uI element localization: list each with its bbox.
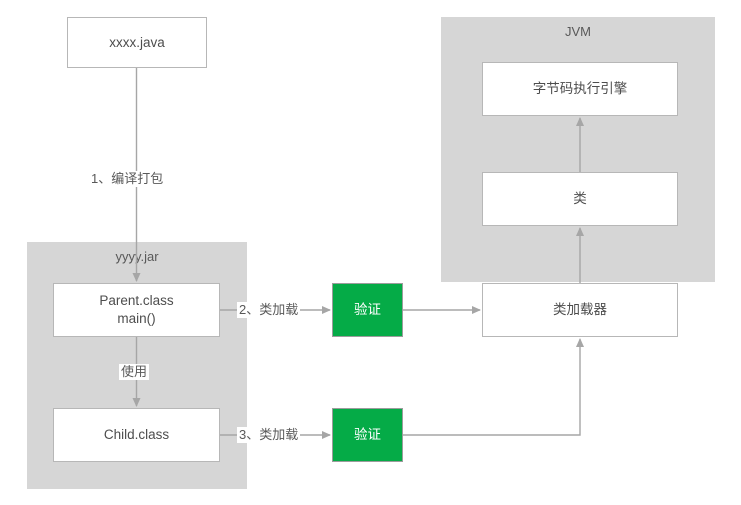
node-verify-1[interactable]: 验证 [332, 283, 403, 337]
node-source[interactable]: xxxx.java [67, 17, 207, 68]
node-verify-2[interactable]: 验证 [332, 408, 403, 462]
edge-label-compile: 1、编译打包 [89, 171, 166, 187]
edge-label-load-2: 2、类加载 [237, 302, 301, 318]
edge-label-load-3: 3、类加载 [237, 427, 301, 443]
node-child-class[interactable]: Child.class [53, 408, 220, 462]
group-jvm-label: JVM [565, 24, 591, 39]
group-jvm [441, 17, 715, 282]
edge-verify2-to-classloader [403, 338, 584, 436]
node-bytecode-engine[interactable]: 字节码执行引擎 [482, 62, 678, 116]
node-parent-class[interactable]: Parent.class main() [53, 283, 220, 337]
diagram-canvas: yyyy.jar JVM xxxx.java Parent.class main… [0, 0, 741, 505]
node-class[interactable]: 类 [482, 172, 678, 226]
node-class-loader[interactable]: 类加载器 [482, 283, 678, 337]
edge-label-use: 使用 [119, 364, 150, 380]
group-jar-label: yyyy.jar [115, 249, 159, 264]
